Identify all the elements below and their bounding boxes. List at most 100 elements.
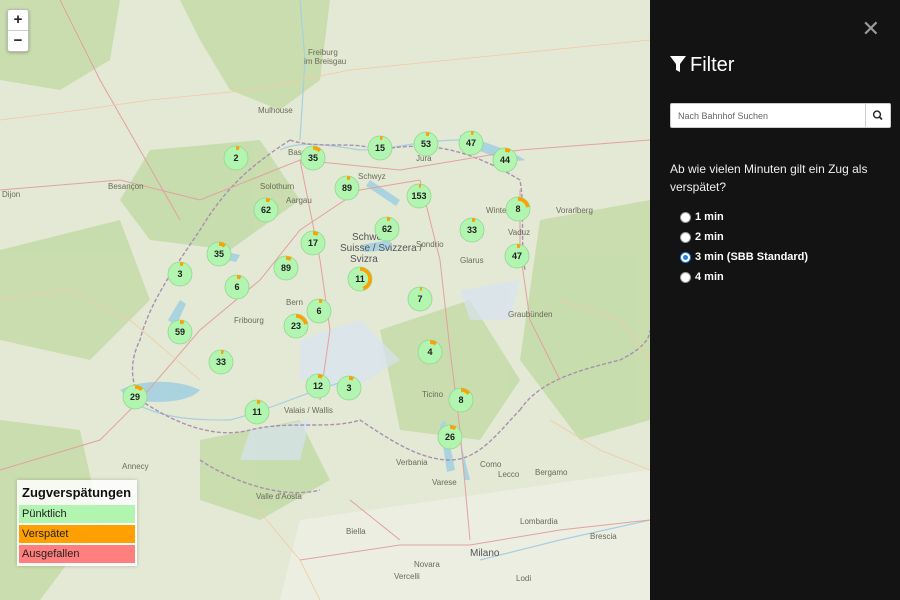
filter-icon [670,56,686,72]
station-cluster-marker[interactable]: 15 [367,135,393,161]
station-search-input[interactable] [671,104,864,127]
marker-count: 62 [381,224,392,234]
map-label: Dijon [2,190,21,199]
station-cluster-marker[interactable]: 29 [122,384,148,410]
search-button[interactable] [865,104,890,127]
close-icon[interactable]: ✕ [862,16,880,42]
legend-item-cancelled: Ausgefallen [19,545,135,563]
station-cluster-marker[interactable]: 89 [334,175,360,201]
radio-1min[interactable] [680,211,691,223]
map-label: Valais / Wallis [284,406,333,415]
delay-option-1min[interactable]: 1 min [680,207,808,227]
marker-count: 26 [444,432,455,442]
delay-option-2min[interactable]: 2 min [680,227,808,247]
station-cluster-marker[interactable]: 59 [167,319,193,345]
marker-count: 33 [215,357,226,367]
station-cluster-marker[interactable]: 89 [273,255,299,281]
marker-count: 17 [307,238,318,248]
map-label: Freiburg [308,48,338,57]
map-label: Valle d'Aosta [256,492,302,501]
option-label: 2 min [695,231,724,243]
station-cluster-marker[interactable]: 12 [305,373,331,399]
filter-title-text: Filter [690,54,735,76]
map-label: Como [480,460,502,469]
map-label: Graubünden [508,310,553,319]
station-cluster-marker[interactable]: 35 [206,241,232,267]
marker-count: 2 [233,153,239,163]
zoom-out-button[interactable]: − [8,30,28,51]
map-label: Lombardia [520,517,558,526]
map-label: Fribourg [234,316,264,325]
map-label: Lecco [498,470,520,479]
station-cluster-marker[interactable]: 35 [300,145,326,171]
station-cluster-marker[interactable]: 62 [253,197,279,223]
radio-4min[interactable] [680,271,691,283]
marker-count: 47 [465,138,476,148]
station-cluster-marker[interactable]: 47 [458,130,484,156]
station-cluster-marker[interactable]: 7 [407,286,433,312]
station-search [670,103,891,128]
marker-count: 53 [420,139,431,149]
station-cluster-marker[interactable]: 33 [208,349,234,375]
marker-count: 12 [312,381,323,391]
station-cluster-marker[interactable]: 53 [413,131,439,157]
station-cluster-marker[interactable]: 17 [300,230,326,256]
marker-count: 3 [346,383,352,393]
station-cluster-marker[interactable]: 11 [244,399,270,425]
map-label: Mulhouse [258,106,293,115]
radio-3min[interactable] [680,251,691,263]
map-label: Bergamo [535,468,568,477]
map-view[interactable]: Freiburg im Breisgau Mulhouse Basel Besançon… [0,0,650,600]
station-cluster-marker[interactable]: 8 [505,196,531,222]
zoom-control: + − [7,9,29,52]
station-cluster-marker[interactable]: 6 [224,274,250,300]
marker-count: 8 [458,395,464,405]
marker-count: 35 [307,153,318,163]
option-label: 1 min [695,211,724,223]
delay-options: 1 min 2 min 3 min (SBB Standard) 4 min [680,207,808,287]
station-cluster-marker[interactable]: 62 [374,216,400,242]
legend-item-late: Verspätet [19,525,135,543]
delay-option-3min[interactable]: 3 min (SBB Standard) [680,247,808,267]
zoom-in-button[interactable]: + [8,10,28,30]
delay-option-4min[interactable]: 4 min [680,267,808,287]
marker-count: 15 [374,143,385,153]
marker-count: 6 [234,282,240,292]
option-label: 3 min (SBB Standard) [695,251,809,263]
marker-count: 4 [427,347,433,357]
delay-question: Ab wie vielen Minuten gilt ein Zug als v… [670,162,868,194]
station-cluster-marker[interactable]: 2 [223,145,249,171]
station-cluster-marker[interactable]: 4 [417,339,443,365]
marker-count: 8 [515,204,521,214]
station-cluster-marker[interactable]: 8 [448,387,474,413]
station-cluster-marker[interactable]: 33 [459,217,485,243]
marker-count: 47 [511,251,522,261]
map-label: Glarus [460,256,484,265]
station-cluster-marker[interactable]: 3 [336,375,362,401]
station-cluster-marker[interactable]: 153 [406,183,432,209]
station-cluster-marker[interactable]: 3 [167,261,193,287]
map-label: Solothurn [260,182,295,191]
map-label: Vercelli [394,572,420,581]
map-label: Vaduz [508,228,531,237]
station-cluster-marker[interactable]: 23 [283,313,309,339]
station-cluster-marker[interactable]: 11 [347,266,373,292]
marker-count: 23 [290,321,301,331]
station-cluster-marker[interactable]: 26 [437,424,463,450]
filter-panel: ✕ Filter Ab wie vielen Minuten gilt ein … [650,0,900,600]
marker-count: 153 [411,191,427,201]
station-cluster-marker[interactable]: 44 [492,147,518,173]
map-label: Milano [470,548,500,559]
legend: Zugverspätungen Pünktlich Verspätet Ausg… [17,480,137,566]
map-label: Vorarlberg [556,206,593,215]
map-label: Annecy [122,462,149,471]
map-label: Suisse / Svizzera / [340,243,423,254]
station-cluster-marker[interactable]: 6 [306,298,332,324]
marker-count: 6 [316,306,322,316]
marker-count: 59 [174,327,185,337]
station-cluster-marker[interactable]: 47 [504,243,530,269]
marker-count: 89 [341,183,352,193]
option-label: 4 min [695,271,724,283]
map-label: Svizra [350,254,378,265]
radio-2min[interactable] [680,231,691,243]
